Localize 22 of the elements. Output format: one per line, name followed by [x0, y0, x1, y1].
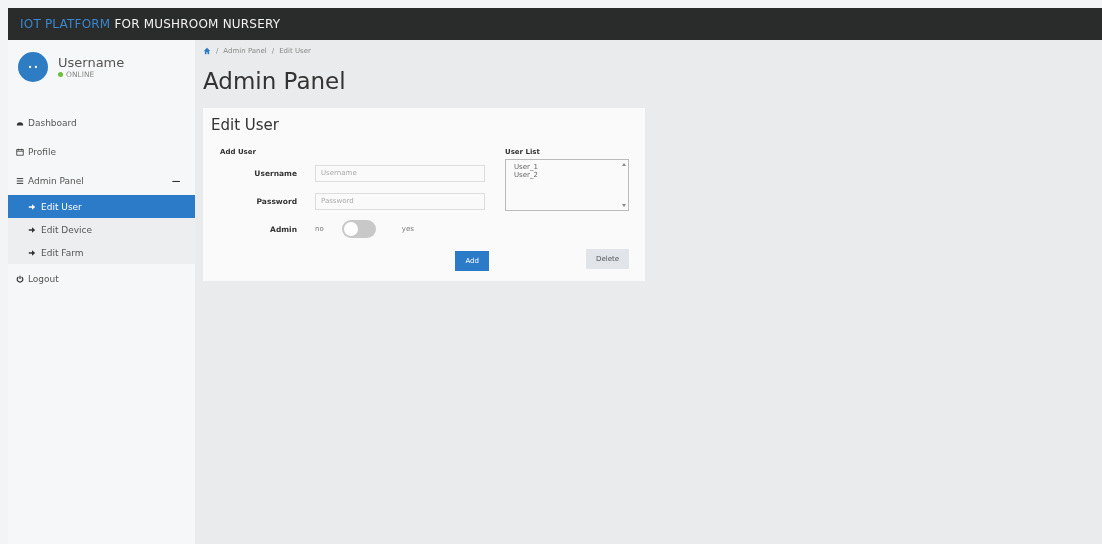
admin-toggle-switch[interactable] — [341, 220, 376, 238]
page-title: Admin Panel — [203, 68, 347, 94]
calendar-icon — [16, 147, 24, 156]
sidebar-item[interactable]: Admin Panel − — [8, 166, 195, 195]
collapse-toggle[interactable]: − — [170, 173, 187, 188]
online-status-icon — [58, 72, 63, 77]
user-name: Username — [58, 55, 125, 70]
card-title: Edit User — [211, 116, 280, 134]
avatar-icon — [18, 52, 48, 82]
sidebar-subitem[interactable]: Edit Farm — [8, 241, 195, 264]
power-icon — [16, 274, 24, 283]
sidebar-subitem[interactable]: Edit User — [8, 195, 195, 218]
sidebar-item[interactable]: Logout — [8, 264, 195, 293]
arrow-right-icon — [28, 202, 36, 211]
home-icon[interactable] — [203, 47, 211, 55]
arrow-right-icon — [28, 225, 36, 234]
sidebar-item[interactable]: Profile — [8, 137, 195, 166]
list-icon — [16, 176, 24, 185]
brand-title[interactable]: IOT PLATFORM FOR MUSHROOM NURSERY — [20, 17, 281, 31]
sidebar-item[interactable]: Dashboard — [8, 108, 195, 137]
arrow-right-icon — [28, 248, 36, 257]
sidebar-subitem[interactable]: Edit Device — [8, 218, 195, 241]
